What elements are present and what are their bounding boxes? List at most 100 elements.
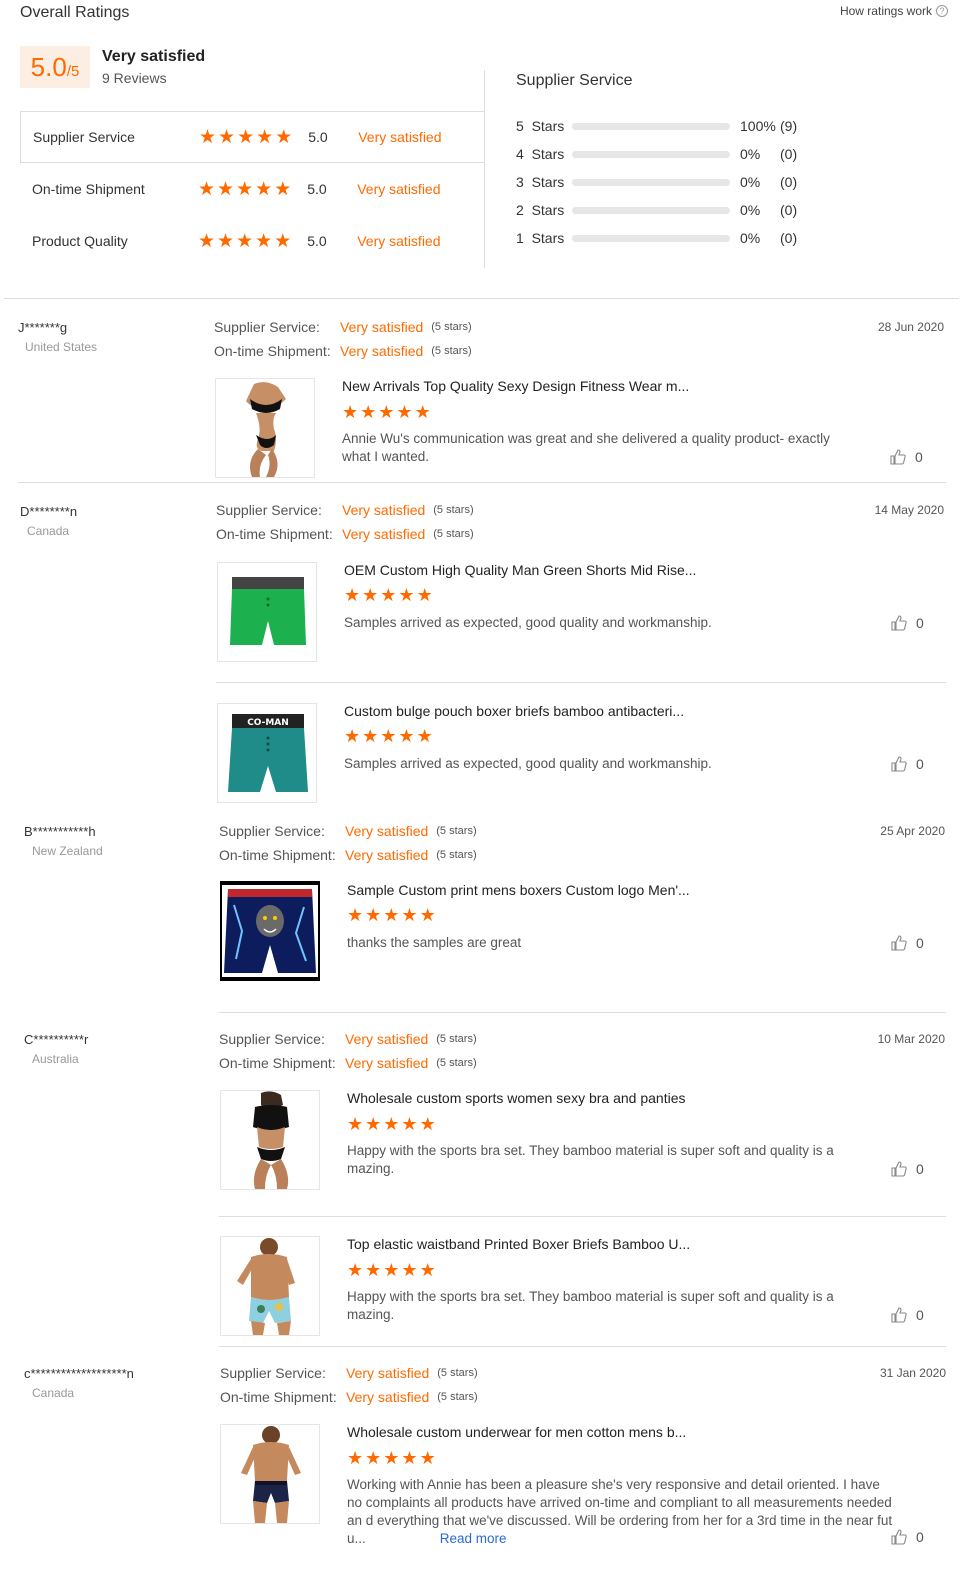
breakdown-row: 1 Stars 0% (0) [516,228,797,248]
star-icon: ★ [237,125,255,148]
review-comment: thanks the samples are great [347,935,522,950]
star-icon: ★ [274,229,292,252]
star-icon: ★ [275,125,293,148]
meta-on-time-shipment: On-time Shipment: Very satisfied (5 star… [216,523,474,545]
star-icon: ★ [255,229,273,252]
dimension-row-supplier-service[interactable]: Supplier Service ★ ★ ★ ★ ★ 5.0 Very satisfie… [20,111,485,163]
star-icon: ★ [419,1114,436,1135]
breakdown-bar [572,206,730,214]
product-title[interactable]: Wholesale custom sports women sexy bra a… [347,1090,686,1106]
star-icon: ★ [383,1260,400,1281]
star-icon: ★ [378,402,395,423]
product-stars: ★ ★ ★ ★ ★ [347,1262,436,1280]
reviewer-name: D********n [20,504,78,519]
breakdown-bar [572,178,730,186]
meta-label: Supplier Service: [214,319,320,335]
meta-value: Very satisfied [346,1389,430,1405]
like-count: 0 [916,756,924,772]
dimension-row-product-quality[interactable]: Product Quality ★ ★ ★ ★ ★ 5.0 Very satisfied [20,215,485,267]
star-icon: ★ [347,1114,364,1135]
review-comment: Working with Annie has been a pleasure s… [347,1476,893,1548]
product-title[interactable]: Custom bulge pouch boxer briefs bamboo a… [344,703,684,719]
thumbs-up-icon [890,449,906,465]
meta-label: On-time Shipment: [219,847,336,863]
meta-label: Supplier Service: [219,823,325,839]
thumbs-up-icon [891,615,907,631]
like-button[interactable]: 0 [889,448,923,466]
breakdown-bar [572,122,730,130]
star-icon: ★ [401,1114,418,1135]
star-icon: ★ [362,726,379,747]
rating-stars: ★ ★ ★ ★ ★ [199,125,293,148]
meta-stars-note: (5 stars) [431,321,472,333]
like-button[interactable]: 0 [890,1160,924,1178]
product-thumbnail[interactable] [220,1424,320,1524]
meta-value: Very satisfied [340,343,424,359]
review-comment-text: Working with Annie has been a pleasure s… [347,1477,893,1546]
brand-text: CO-MAN [247,718,289,728]
star-icon: ★ [274,177,292,200]
meta-value: Very satisfied [345,847,429,863]
review-date: 31 Jan 2020 [879,1366,946,1380]
breakdown-percent: 0% [740,174,761,190]
product-thumbnail[interactable] [220,881,320,981]
meta-label: On-time Shipment: [220,1389,337,1405]
product-thumbnail[interactable] [217,562,317,662]
product-stars: ★ ★ ★ ★ ★ [347,1116,436,1134]
meta-on-time-shipment: On-time Shipment: Very satisfied (5 star… [220,1386,478,1408]
product-title[interactable]: OEM Custom High Quality Man Green Shorts… [344,562,696,578]
product-thumbnail[interactable] [220,1090,320,1190]
dimension-name: Supplier Service [33,129,135,145]
product-thumbnail[interactable] [220,1236,320,1336]
dimension-row-on-time-shipment[interactable]: On-time Shipment ★ ★ ★ ★ ★ 5.0 Very satisfie… [20,163,485,215]
meta-stars-note: (5 stars) [436,1057,477,1069]
product-thumbnail[interactable] [215,378,315,478]
breakdown-row: 5 Stars 100% (9) [516,116,797,136]
review-date: 28 Jun 2020 [877,320,944,334]
like-button[interactable]: 0 [890,614,924,632]
star-icon: ★ [380,585,397,606]
product-title[interactable]: Top elastic waistband Printed Boxer Brie… [347,1236,690,1252]
how-ratings-work-label: How ratings work [839,4,932,18]
reviewer-name: c*******************n [24,1366,134,1381]
meta-value: Very satisfied [346,1365,430,1381]
review-divider [219,1346,946,1347]
product-title[interactable]: Sample Custom print mens boxers Custom l… [347,882,690,898]
section-divider [4,298,959,299]
wolf-print-boxer-image [220,881,320,981]
rating-stars: ★ ★ ★ ★ ★ [198,229,292,252]
meta-label: On-time Shipment: [216,526,333,542]
meta-stars-note: (5 stars) [436,849,477,861]
read-more-link[interactable]: Read more [440,1531,507,1546]
star-icon: ★ [347,1448,364,1469]
like-button[interactable]: 0 [890,934,924,952]
star-icon: ★ [217,229,235,252]
meta-on-time-shipment: On-time Shipment: Very satisfied (5 star… [214,340,472,362]
how-ratings-work-link[interactable]: How ratings work ? [840,4,948,18]
like-count: 0 [916,935,924,951]
teal-boxer-image: CO-MAN [218,704,316,802]
like-button[interactable]: 0 [890,1306,924,1324]
like-button[interactable]: 0 [890,755,924,773]
meta-stars-note: (5 stars) [437,1391,478,1403]
product-title[interactable]: New Arrivals Top Quality Sexy Design Fit… [342,378,689,394]
review-comment: Samples arrived as expected, good qualit… [344,756,712,771]
dimension-score: 5.0 [307,181,327,197]
star-icon: ★ [419,905,436,926]
star-icon: ★ [383,905,400,926]
like-button[interactable]: 0 [890,1528,924,1546]
product-title[interactable]: Wholesale custom underwear for men cotto… [347,1424,686,1440]
dimension-score: 5.0 [308,129,328,145]
product-thumbnail[interactable]: CO-MAN [217,703,317,803]
woman-bikini-image [216,379,314,477]
breakdown-percent: 100% [740,118,776,134]
meta-supplier-service: Supplier Service: Very satisfied (5 star… [219,1028,477,1050]
reviewer-country: Australia [32,1052,79,1066]
thumbs-up-icon [891,756,907,772]
star-icon: ★ [347,1260,364,1281]
meta-label: On-time Shipment: [219,1055,336,1071]
overall-score: 5.0 [30,52,67,82]
review-divider [18,482,946,483]
meta-on-time-shipment: On-time Shipment: Very satisfied (5 star… [219,844,477,866]
like-count: 0 [916,615,924,631]
